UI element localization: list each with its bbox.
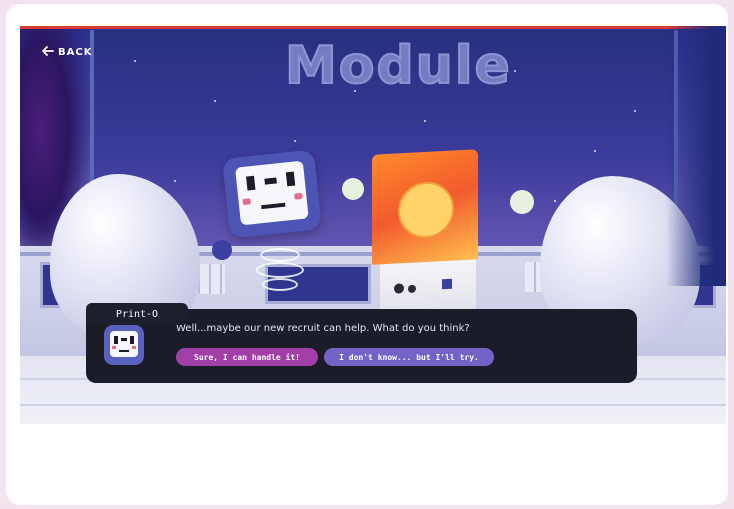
speaker-avatar bbox=[104, 325, 144, 365]
print-o-robot bbox=[222, 149, 322, 239]
cube-character-head bbox=[372, 149, 478, 265]
speaker-nameplate: Print-O bbox=[86, 303, 188, 325]
back-label: BACK bbox=[58, 47, 93, 58]
back-button[interactable]: BACK bbox=[42, 46, 92, 59]
arrow-left-icon bbox=[42, 46, 54, 59]
top-accent-bar bbox=[20, 26, 726, 29]
cube-character-face bbox=[398, 180, 454, 240]
hover-ring bbox=[262, 278, 298, 291]
module-sign: Module bbox=[284, 35, 512, 97]
choice-button-unsure[interactable]: I don't know... but I'll try. bbox=[324, 348, 494, 366]
floating-orb bbox=[212, 240, 232, 260]
hover-ring bbox=[260, 248, 300, 262]
floating-orb bbox=[510, 190, 534, 214]
hover-ring bbox=[256, 262, 304, 278]
dialog-message: Well...maybe our new recruit can help. W… bbox=[176, 323, 470, 334]
robot-face-icon bbox=[110, 331, 138, 357]
robot-face bbox=[235, 160, 309, 226]
floating-orb bbox=[342, 178, 364, 200]
choice-button-confident[interactable]: Sure, I can handle it! bbox=[176, 348, 318, 366]
game-frame: Module BACK Print-O Well...maybe our new… bbox=[6, 4, 728, 505]
